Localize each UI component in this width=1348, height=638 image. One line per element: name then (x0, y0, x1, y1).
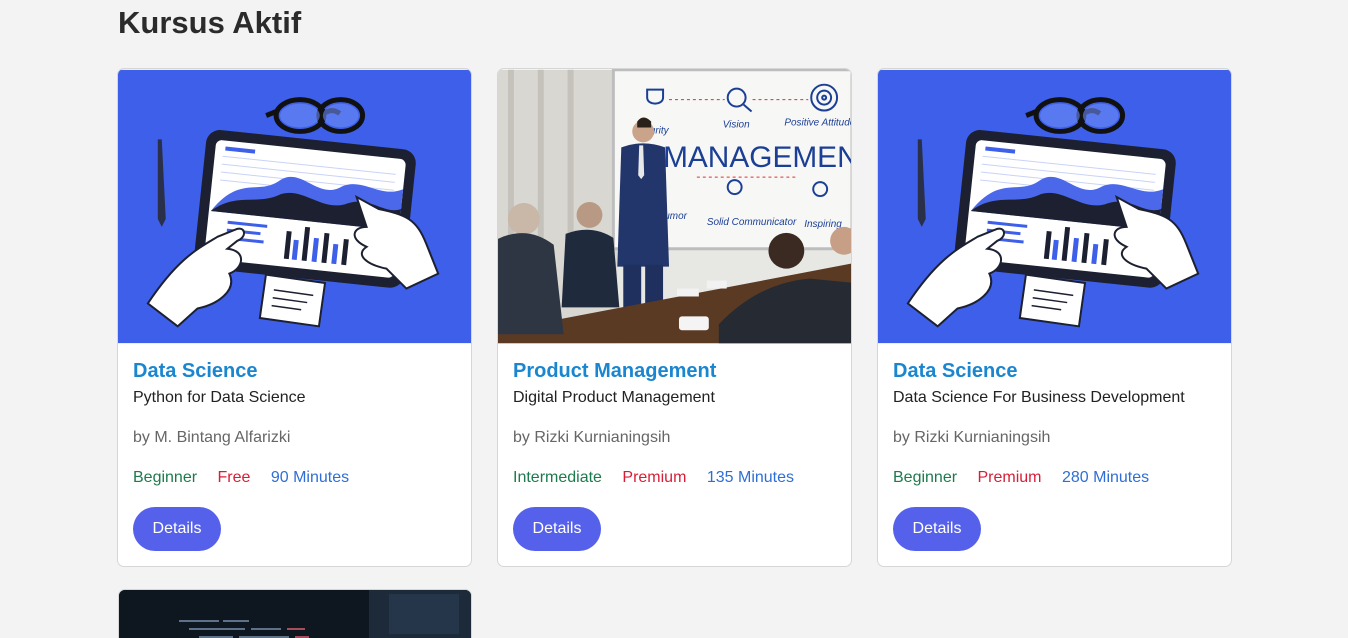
course-thumbnail (118, 69, 471, 344)
whiteboard-word: Positive Attitude (784, 117, 851, 128)
details-button[interactable]: Details (893, 507, 981, 551)
course-price: Free (217, 469, 251, 486)
whiteboard-word: Solid Communicator (707, 217, 797, 228)
course-level: Beginner (133, 469, 198, 486)
course-thumbnail: MANAGEMENT Vision Positive Attitude Inte… (498, 69, 851, 344)
course-price: Premium (977, 469, 1042, 486)
course-price: Premium (622, 469, 687, 486)
course-meta: Intermediate Premium 135 Minutes (513, 468, 836, 488)
course-thumbnail (119, 590, 471, 638)
course-thumbnail (878, 69, 1231, 344)
course-category: Data Science (893, 360, 1018, 382)
details-button[interactable]: Details (133, 507, 221, 551)
page-title: Kursus Aktif (118, 5, 302, 40)
course-card-partial (118, 589, 472, 638)
course-level: Intermediate (513, 469, 602, 486)
course-title: Digital Product Management (513, 389, 715, 406)
course-meta: Beginner Free 90 Minutes (133, 468, 456, 488)
course-level: Beginner (893, 469, 958, 486)
course-card: MANAGEMENT Vision Positive Attitude Inte… (497, 68, 852, 567)
details-button[interactable]: Details (513, 507, 601, 551)
course-author: by Rizki Kurnianingsih (513, 429, 671, 446)
whiteboard-word: Inspiring (804, 219, 842, 230)
course-card: Data Science Data Science For Business D… (877, 68, 1232, 567)
course-author: by M. Bintang Alfarizki (133, 429, 291, 446)
course-duration: 280 Minutes (1061, 469, 1150, 486)
course-card: Data Science Python for Data Science by … (117, 68, 472, 567)
course-duration: 90 Minutes (270, 469, 350, 486)
course-title: Data Science For Business Development (893, 389, 1185, 406)
course-duration: 135 Minutes (706, 469, 795, 486)
course-author: by Rizki Kurnianingsih (893, 429, 1051, 446)
course-meta: Beginner Premium 280 Minutes (893, 468, 1216, 488)
course-title: Python for Data Science (133, 389, 306, 406)
whiteboard-word: Vision (723, 119, 750, 130)
whiteboard-headline: MANAGEMENT (663, 141, 851, 174)
course-category: Product Management (513, 360, 717, 382)
course-category: Data Science (133, 360, 258, 382)
